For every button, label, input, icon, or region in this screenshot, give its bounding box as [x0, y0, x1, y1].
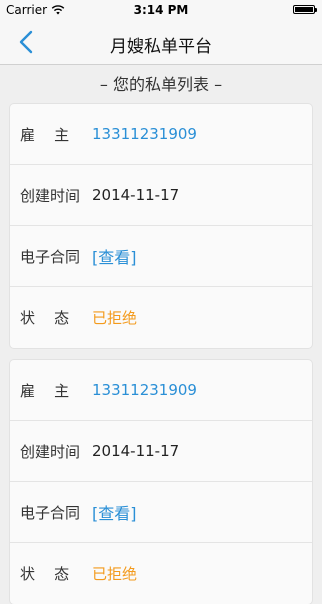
battery-fill [295, 7, 313, 12]
view-contract-link[interactable]: [查看] [92, 500, 137, 524]
employer-phone[interactable]: 13311231909 [92, 125, 197, 143]
status-bar: Carrier 3:14 PM [0, 0, 322, 20]
status-row: 状 态 已拒绝 [10, 287, 312, 348]
order-card: 雇 主 13311231909 创建时间 2014-11-17 电子合同 [查看… [10, 104, 312, 348]
created-time-row: 创建时间 2014-11-17 [10, 421, 312, 482]
created-time-label: 创建时间 [20, 442, 81, 461]
status-row: 状 态 已拒绝 [10, 543, 312, 604]
employer-phone[interactable]: 13311231909 [92, 381, 197, 399]
contract-row: 电子合同 [查看] [10, 482, 312, 543]
status-label: 状 态 [20, 565, 70, 583]
created-time-label: 创建时间 [20, 186, 81, 205]
created-time-value: 2014-11-17 [92, 186, 180, 204]
contract-row: 电子合同 [查看] [10, 226, 312, 287]
battery-icon [293, 5, 317, 14]
created-time-value: 2014-11-17 [92, 442, 180, 460]
contract-label: 电子合同 [20, 503, 81, 522]
employer-row: 雇 主 13311231909 [10, 360, 312, 421]
contract-label: 电子合同 [20, 247, 81, 266]
status-value: 已拒绝 [92, 565, 138, 583]
status-time: 3:14 PM [133, 3, 189, 17]
status-label: 状 态 [20, 309, 70, 327]
view-contract-link[interactable]: [查看] [92, 244, 137, 268]
employer-label: 雇 主 [20, 125, 70, 144]
created-time-row: 创建时间 2014-11-17 [10, 165, 312, 226]
section-title: – 您的私单列表 – [99, 75, 223, 94]
employer-label: 雇 主 [20, 381, 70, 400]
employer-row: 雇 主 13311231909 [10, 104, 312, 165]
order-card: 雇 主 13311231909 创建时间 2014-11-17 电子合同 [查看… [10, 360, 312, 604]
page-title: 月嫂私单平台 [110, 37, 212, 57]
navigation-bar: 月嫂私单平台 [0, 20, 322, 65]
status-value: 已拒绝 [92, 309, 138, 327]
